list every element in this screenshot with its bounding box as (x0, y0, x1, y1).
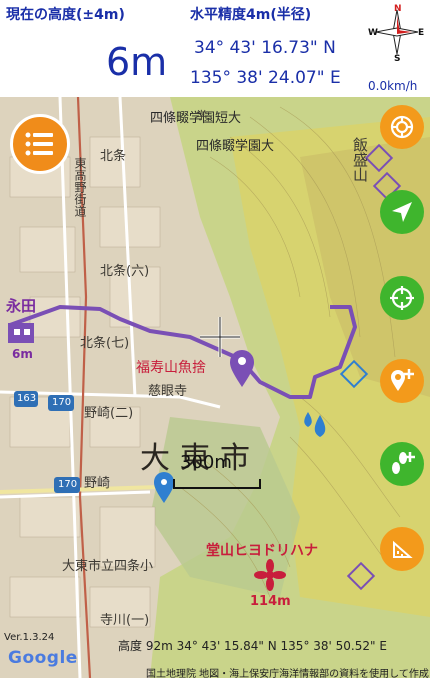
start-pin-name[interactable]: 永田 (6, 295, 36, 316)
speed-value: 0.0km/h (368, 79, 418, 93)
accuracy-label: 水平精度4m(半径) (190, 7, 312, 23)
route-shield-170b: 170 (58, 479, 78, 490)
map-label-noki: 野崎(二) (84, 406, 134, 421)
add-location-button[interactable] (380, 359, 424, 403)
compass-s: S (394, 54, 400, 62)
status-panel: 現在の高度(±4m) 6m 水平精度4m(半径) 34° 43' 16.73" … (0, 0, 430, 97)
route-shield-163: 163 (17, 393, 37, 404)
map-label-noki2: 野崎 (84, 476, 111, 491)
spiral-icon (390, 115, 414, 139)
poi-fukujuyama[interactable]: 福寿山魚捨 (136, 357, 206, 377)
latitude-value: 34° 43' 16.73" N (194, 38, 336, 58)
map-label-kitajo6: 北条(六) (100, 264, 150, 279)
compass-w: W (368, 28, 378, 38)
scale-bar (173, 479, 261, 489)
google-logo: Google (8, 648, 78, 668)
map-label-higashi-kouzu: 東高野街道 (73, 157, 87, 217)
start-pin-altitude: 6m (12, 347, 33, 361)
map-view[interactable]: 四條畷学園短大 四條畷学園大 学 東高野街道 北条 北条(六) 北条(七) 慈眼… (0, 97, 430, 678)
target-icon (390, 286, 414, 310)
longitude-value: 135° 38' 24.07" E (190, 68, 341, 88)
navigation-arrow-icon (392, 202, 412, 222)
navigate-button[interactable] (380, 190, 424, 234)
map-label-daito-school: 大東市立四条小 (62, 559, 154, 574)
measure-button[interactable] (380, 527, 424, 571)
compass-icon[interactable]: N E S W (368, 2, 426, 62)
compass-n: N (394, 4, 402, 14)
map-label-kitajo: 北条 (100, 149, 127, 164)
scale-label: 300m (180, 452, 232, 473)
map-label-iimori: 飯盛山 (351, 137, 369, 182)
ruler-icon (393, 540, 413, 558)
map-label-kitajo7: 北条(七) (80, 336, 130, 351)
map-credit: 国土地理院 地図・海上保安庁海洋情報部の資料を使用して作成 (146, 669, 429, 678)
altitude-label: 現在の高度(±4m) (6, 7, 125, 23)
map-label-jigenji: 慈眼寺 (148, 384, 188, 399)
flower-pin-name[interactable]: 堂山ヒヨドリハナ (206, 540, 318, 560)
map-label-shijo-univ2: 四條畷学園大 (196, 139, 275, 154)
route-shield-170: 170 (52, 397, 72, 408)
footsteps-icon (392, 452, 415, 474)
list-icon (25, 132, 53, 156)
map-tiles (0, 97, 430, 678)
compass-e: E (418, 28, 424, 38)
map-label-school: 学 (196, 109, 207, 122)
add-footsteps-button[interactable] (380, 442, 424, 486)
center-location-button[interactable] (380, 276, 424, 320)
menu-button[interactable] (10, 114, 70, 174)
flower-pin-altitude: 114m (250, 594, 291, 609)
crosshair-info: 高度 92m 34° 43' 15.84" N 135° 38' 50.52" … (118, 639, 387, 653)
version-label: Ver.1.3.24 (4, 632, 55, 643)
poi-layer-button[interactable] (380, 105, 424, 149)
add-pin-icon (391, 369, 414, 391)
altitude-value: 6m (106, 40, 168, 84)
map-label-terakawa: 寺川(一) (100, 613, 150, 628)
